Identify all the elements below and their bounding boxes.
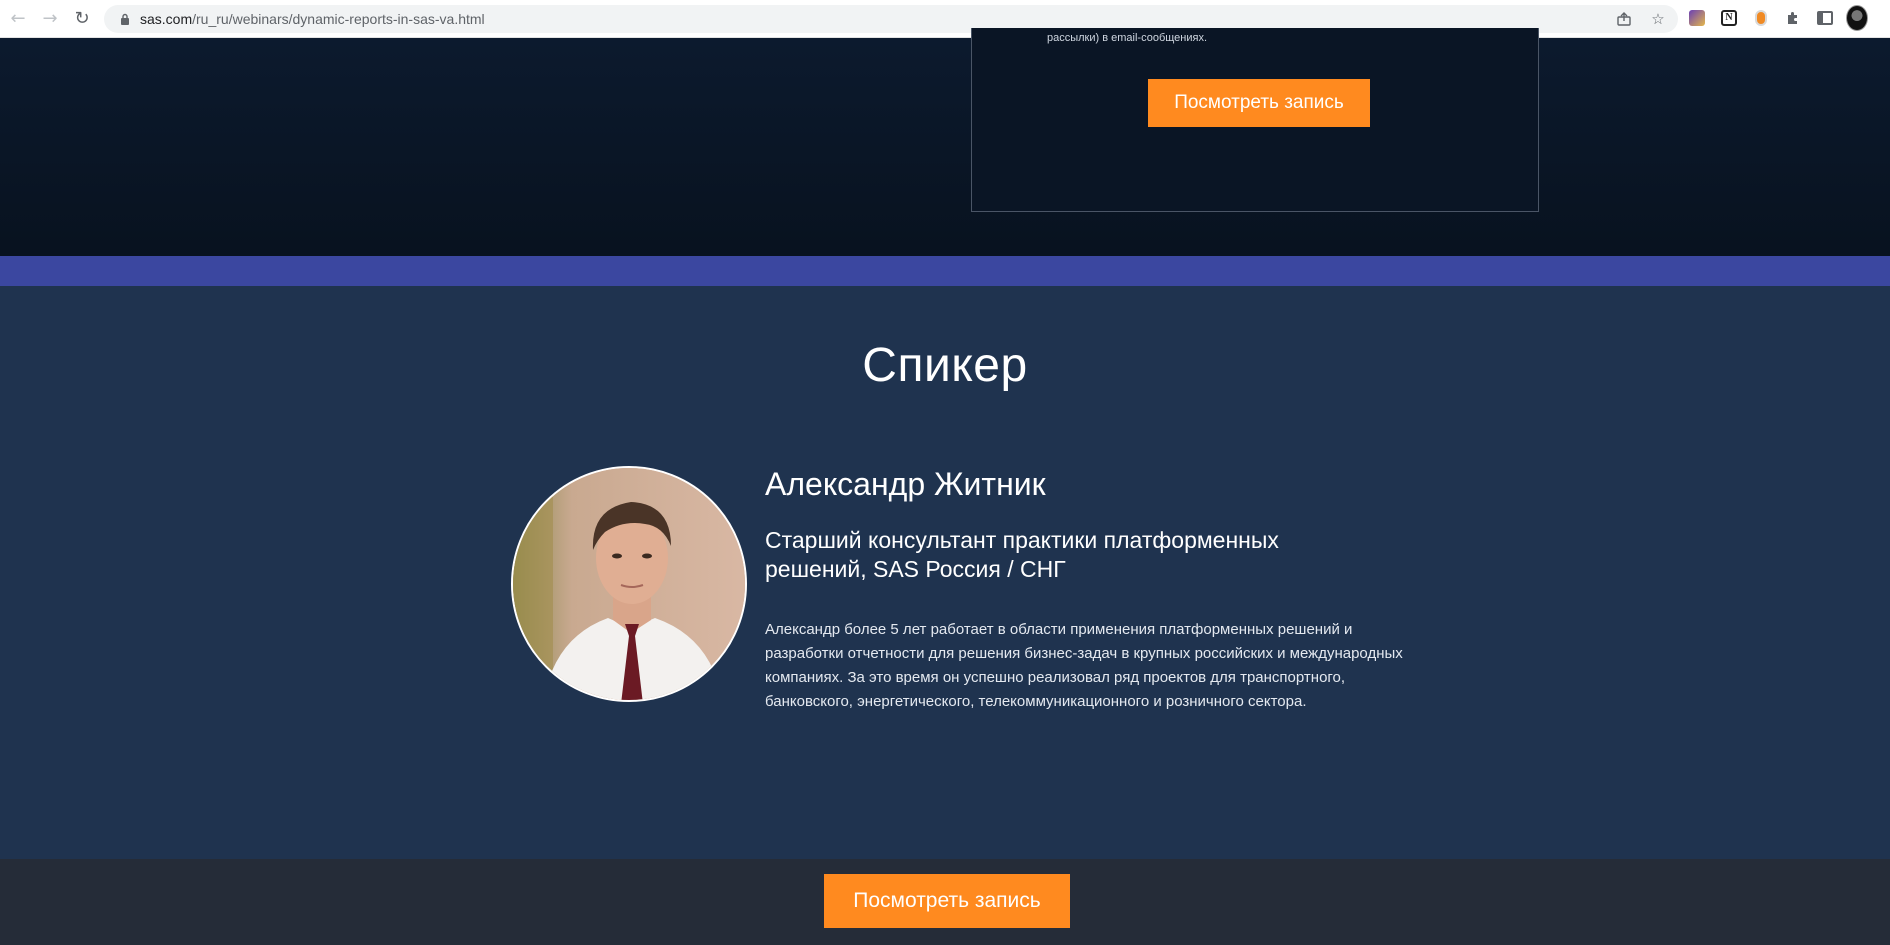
puzzle-icon[interactable] [1782,7,1804,29]
watch-recording-button[interactable]: Посмотреть запись [1148,79,1370,127]
url-text[interactable]: sas.com/ru_ru/webinars/dynamic-reports-i… [140,11,485,27]
form-consent-note: рассылки) в email-сообщениях. [1047,32,1208,44]
speaker-bio: Александр более 5 лет работает в области… [765,621,1403,710]
lock-icon[interactable] [114,13,136,25]
reload-icon[interactable]: ↻ [66,3,98,35]
url-path: /ru_ru/webinars/dynamic-reports-in-sas-v… [192,11,485,27]
registration-form-card: рассылки) в email-сообщениях. Посмотреть… [971,28,1539,212]
footer-watch-recording-button[interactable]: Посмотреть запись [824,874,1070,928]
extension-1-icon[interactable] [1686,7,1708,29]
accent-stripe [0,256,1890,286]
speaker-role: Старший консультант практики платформенн… [765,527,1279,582]
speaker-photo [511,466,747,702]
profile-avatar[interactable] [1846,5,1868,31]
url-host: sas.com [140,11,193,27]
footer-cta-bar: Посмотреть запись [0,859,1890,945]
bookmark-star-icon[interactable]: ☆ [1648,9,1668,29]
notion-icon[interactable]: N [1718,7,1740,29]
forward-arrow-icon[interactable]: → [34,3,66,35]
extension-3-icon[interactable] [1750,7,1772,29]
back-arrow-icon[interactable]: ← [2,3,34,35]
share-icon[interactable] [1614,9,1634,29]
section-heading: Спикер [862,339,1028,392]
hero-section: рассылки) в email-сообщениях. Посмотреть… [0,28,1890,256]
speaker-section: Спикер Александр Житник Старший консульт… [0,286,1890,859]
speaker-name: Александр Житник [765,466,1046,502]
sidebar-icon[interactable] [1814,7,1836,29]
browser-toolbar: ← → ↻ sas.com/ru_ru/webinars/dynamic-rep… [0,0,1890,38]
